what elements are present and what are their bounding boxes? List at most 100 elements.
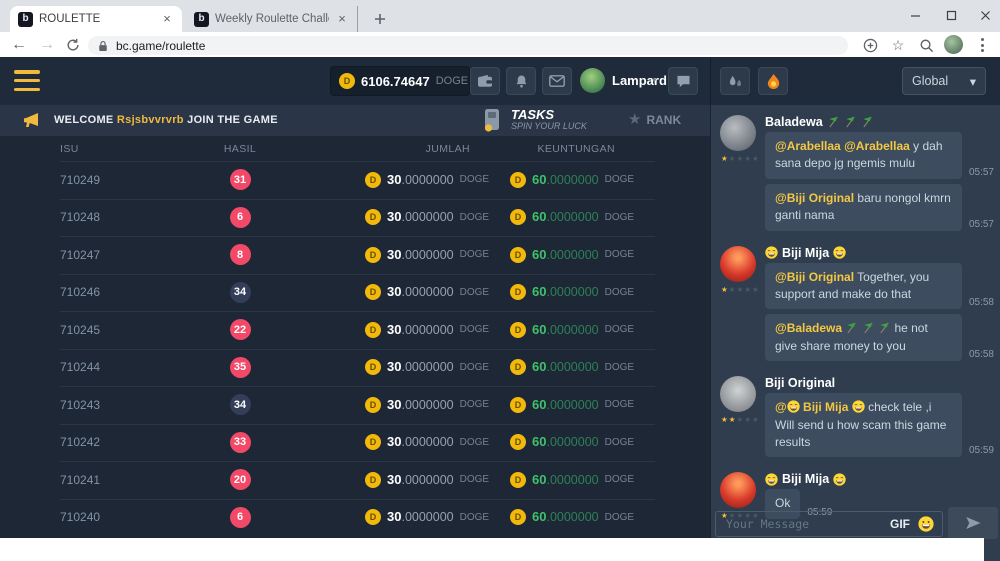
rain-button[interactable] xyxy=(720,67,750,95)
balance-selector[interactable]: 6106.74647 DOGE xyxy=(330,66,470,96)
messages-button[interactable] xyxy=(542,67,572,95)
mention[interactable]: Biji Mija xyxy=(803,400,848,414)
notifications-button[interactable] xyxy=(506,67,536,95)
chat-bubble: @Baladewa he not give share money to you xyxy=(765,314,962,361)
rank-shortcut[interactable]: RANK xyxy=(628,112,681,127)
reload-button[interactable] xyxy=(62,34,84,56)
message-time: 05:58 xyxy=(969,297,994,309)
send-plane-icon xyxy=(964,515,982,531)
doge-coin-icon xyxy=(510,472,526,488)
gif-button[interactable]: GIF xyxy=(890,517,910,531)
bet-id: 710240 xyxy=(60,510,180,524)
window-close-button[interactable] xyxy=(968,0,1000,30)
url-bar[interactable]: bc.game/roulette xyxy=(88,36,848,55)
wallet-button[interactable] xyxy=(470,67,500,95)
avatar[interactable] xyxy=(720,472,756,508)
doge-coin-icon xyxy=(365,509,381,525)
close-icon xyxy=(980,10,991,21)
url-text: bc.game/roulette xyxy=(116,39,205,53)
tasks-shortcut[interactable]: TASKS SPIN YOUR LUCK xyxy=(480,107,587,133)
bet-profit: 60.0000000DOGE xyxy=(510,321,615,339)
grin-emoji-icon xyxy=(833,246,846,259)
balance-amount: 6106.74647 xyxy=(361,74,430,89)
tab-roulette[interactable]: ROULETTE xyxy=(10,6,182,32)
emoji-picker-icon[interactable] xyxy=(918,516,934,532)
forward-button[interactable] xyxy=(36,34,58,56)
result-badge: 8 xyxy=(230,244,251,265)
bet-profit: 60.0000000DOGE xyxy=(510,358,615,376)
bet-amount: 30.0000000DOGE xyxy=(365,321,470,339)
chat-username[interactable]: Biji Mija xyxy=(782,472,829,486)
doge-coin-icon xyxy=(510,172,526,188)
result-badge: 20 xyxy=(230,469,251,490)
send-button[interactable] xyxy=(948,507,998,539)
hamburger-menu-button[interactable] xyxy=(14,70,40,91)
browser-profile-avatar[interactable] xyxy=(944,35,963,54)
result-badge: 35 xyxy=(230,357,251,378)
mention[interactable]: @Arabellaa xyxy=(775,139,841,153)
window-maximize-button[interactable] xyxy=(934,0,968,30)
col-header-isu: ISU xyxy=(60,143,180,155)
mention[interactable]: @ xyxy=(775,400,787,414)
avatar[interactable] xyxy=(720,246,756,282)
back-button[interactable] xyxy=(8,34,30,56)
bet-id: 710244 xyxy=(60,360,180,374)
user-avatar[interactable] xyxy=(580,68,605,93)
chat-channel-select[interactable]: Global xyxy=(902,67,986,95)
speech-bubble-icon xyxy=(676,75,691,88)
plus-icon xyxy=(374,13,386,25)
username[interactable]: Lampard xyxy=(612,73,667,88)
avatar[interactable] xyxy=(720,115,756,151)
wallet-icon xyxy=(477,74,493,88)
col-header-jumlah: JUMLAH xyxy=(365,143,470,155)
chat-input-box: GIF xyxy=(715,511,943,537)
doge-coin-icon xyxy=(339,73,355,89)
bet-amount: 30.0000000DOGE xyxy=(365,171,470,189)
bet-id: 710247 xyxy=(60,248,180,262)
chat-input[interactable] xyxy=(724,516,882,532)
maximize-icon xyxy=(946,10,957,21)
tab-close-icon[interactable] xyxy=(335,12,349,26)
col-header-keuntungan: KEUNTUNGAN xyxy=(510,143,615,155)
result-badge: 34 xyxy=(230,282,251,303)
window-minimize-button[interactable] xyxy=(898,0,932,30)
bet-id: 710246 xyxy=(60,285,180,299)
avatar[interactable] xyxy=(720,376,756,412)
welcomed-username: Rsjsbvvrvrb xyxy=(117,114,184,126)
result-badge: 22 xyxy=(230,319,251,340)
new-tab-button[interactable] xyxy=(370,9,390,29)
result-badge: 6 xyxy=(230,207,251,228)
zoom-plus-button[interactable] xyxy=(860,35,880,55)
chat-toggle-button[interactable] xyxy=(668,67,698,95)
bet-amount: 30.0000000DOGE xyxy=(365,433,470,451)
chat-username[interactable]: Baladewa xyxy=(765,115,823,129)
tasks-icon xyxy=(480,107,504,133)
chat-username[interactable]: Biji Mija xyxy=(782,246,829,260)
bell-icon xyxy=(514,74,529,89)
bookmark-star-icon[interactable] xyxy=(888,35,908,55)
browser-menu-button[interactable] xyxy=(980,36,984,54)
table-row: 710246 34 30.0000000DOGE 60.0000000DOGE xyxy=(0,274,710,312)
mention[interactable]: @Biji Original xyxy=(775,270,854,284)
flame-icon xyxy=(765,73,782,90)
search-button[interactable] xyxy=(916,35,936,55)
chat-panel: Baladewa @Arabellaa @Arabellaa y dah san… xyxy=(710,105,1000,561)
mention[interactable]: @Baladewa xyxy=(775,321,842,335)
result-badge: 34 xyxy=(230,394,251,415)
coin-drop-button[interactable] xyxy=(758,67,788,95)
tab-close-icon[interactable] xyxy=(160,12,174,26)
table-row: 710245 22 30.0000000DOGE 60.0000000DOGE xyxy=(0,311,710,349)
rank-star-icon xyxy=(628,112,641,127)
mention[interactable]: @Arabellaa xyxy=(844,139,910,153)
grin-emoji-icon xyxy=(765,246,778,259)
bet-profit: 60.0000000DOGE xyxy=(510,283,615,301)
green-flag-icon xyxy=(862,322,875,334)
chat-username[interactable]: Biji Original xyxy=(765,376,835,390)
green-flag-icon xyxy=(861,116,874,128)
mention[interactable]: @Biji Original xyxy=(775,191,854,205)
tab-weekly-challenge[interactable]: Weekly Roulette Challenge - Wi xyxy=(186,6,358,32)
bet-amount: 30.0000000DOGE xyxy=(365,208,470,226)
chat-bubble: @Arabellaa @Arabellaa y dah sana depo jg… xyxy=(765,132,962,179)
grin-emoji-icon xyxy=(833,473,846,486)
bet-amount: 30.0000000DOGE xyxy=(365,471,470,489)
